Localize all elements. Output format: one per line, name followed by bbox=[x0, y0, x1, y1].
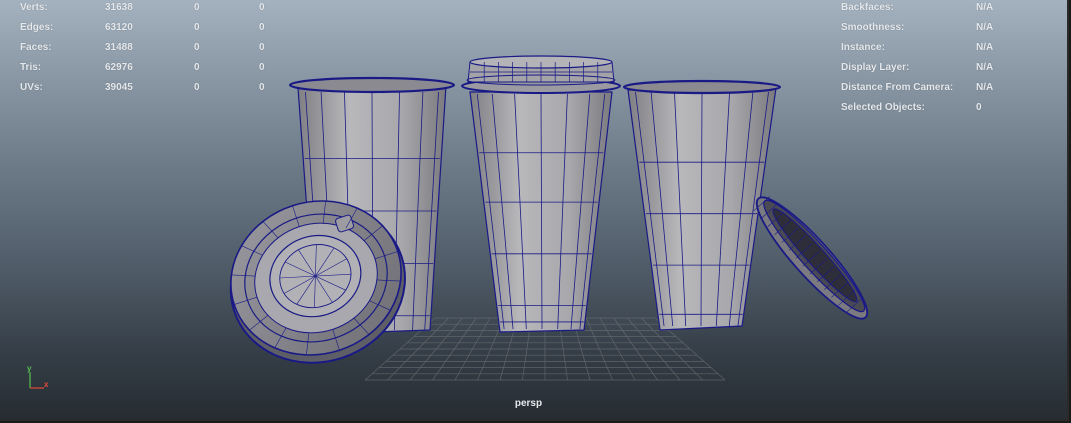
axis-y-label: y bbox=[27, 364, 32, 373]
stat-selected: 0 bbox=[194, 2, 200, 13]
stat-total: 63120 bbox=[105, 22, 133, 33]
info-value: N/A bbox=[976, 62, 994, 73]
info-label: Display Layer: bbox=[841, 62, 910, 73]
stat-triangles-selected: 0 bbox=[259, 42, 265, 53]
axis-x-label: x bbox=[44, 380, 49, 389]
stat-label: Edges: bbox=[20, 22, 54, 33]
stat-total: 39045 bbox=[105, 82, 133, 93]
stat-label: Faces: bbox=[20, 42, 52, 53]
stat-triangles-selected: 0 bbox=[259, 22, 265, 33]
info-label: Backfaces: bbox=[841, 2, 894, 13]
stat-total: 31638 bbox=[105, 2, 133, 13]
info-value: 0 bbox=[976, 102, 982, 113]
info-label: Distance From Camera: bbox=[841, 82, 954, 93]
stat-triangles-selected: 0 bbox=[259, 82, 265, 93]
stat-triangles-selected: 0 bbox=[259, 2, 265, 13]
view-axis-gizmo: y x bbox=[24, 364, 54, 392]
stat-selected: 0 bbox=[194, 82, 200, 93]
info-label: Selected Objects: bbox=[841, 102, 925, 113]
info-label: Smoothness: bbox=[841, 22, 905, 33]
info-value: N/A bbox=[976, 2, 994, 13]
info-value: N/A bbox=[976, 82, 994, 93]
stat-label: UVs: bbox=[20, 82, 43, 93]
stat-selected: 0 bbox=[194, 42, 200, 53]
info-value: N/A bbox=[976, 42, 994, 53]
stat-selected: 0 bbox=[194, 22, 200, 33]
info-label: Instance: bbox=[841, 42, 885, 53]
stat-total: 31488 bbox=[105, 42, 133, 53]
lid-top[interactable] bbox=[461, 55, 621, 94]
cup-center[interactable] bbox=[469, 91, 613, 333]
stat-selected: 0 bbox=[194, 62, 200, 73]
info-value: N/A bbox=[976, 22, 994, 33]
stat-label: Verts: bbox=[20, 2, 48, 13]
lid-right[interactable] bbox=[745, 187, 879, 330]
stat-label: Tris: bbox=[20, 62, 42, 73]
stat-total: 62976 bbox=[105, 62, 133, 73]
stat-triangles-selected: 0 bbox=[259, 62, 265, 73]
camera-name-label: persp bbox=[514, 398, 543, 409]
perspective-viewport[interactable]: Verts: 31638 0 0 Edges: 63120 0 0 Faces: 31488 0 0 T… bbox=[0, 0, 1069, 421]
